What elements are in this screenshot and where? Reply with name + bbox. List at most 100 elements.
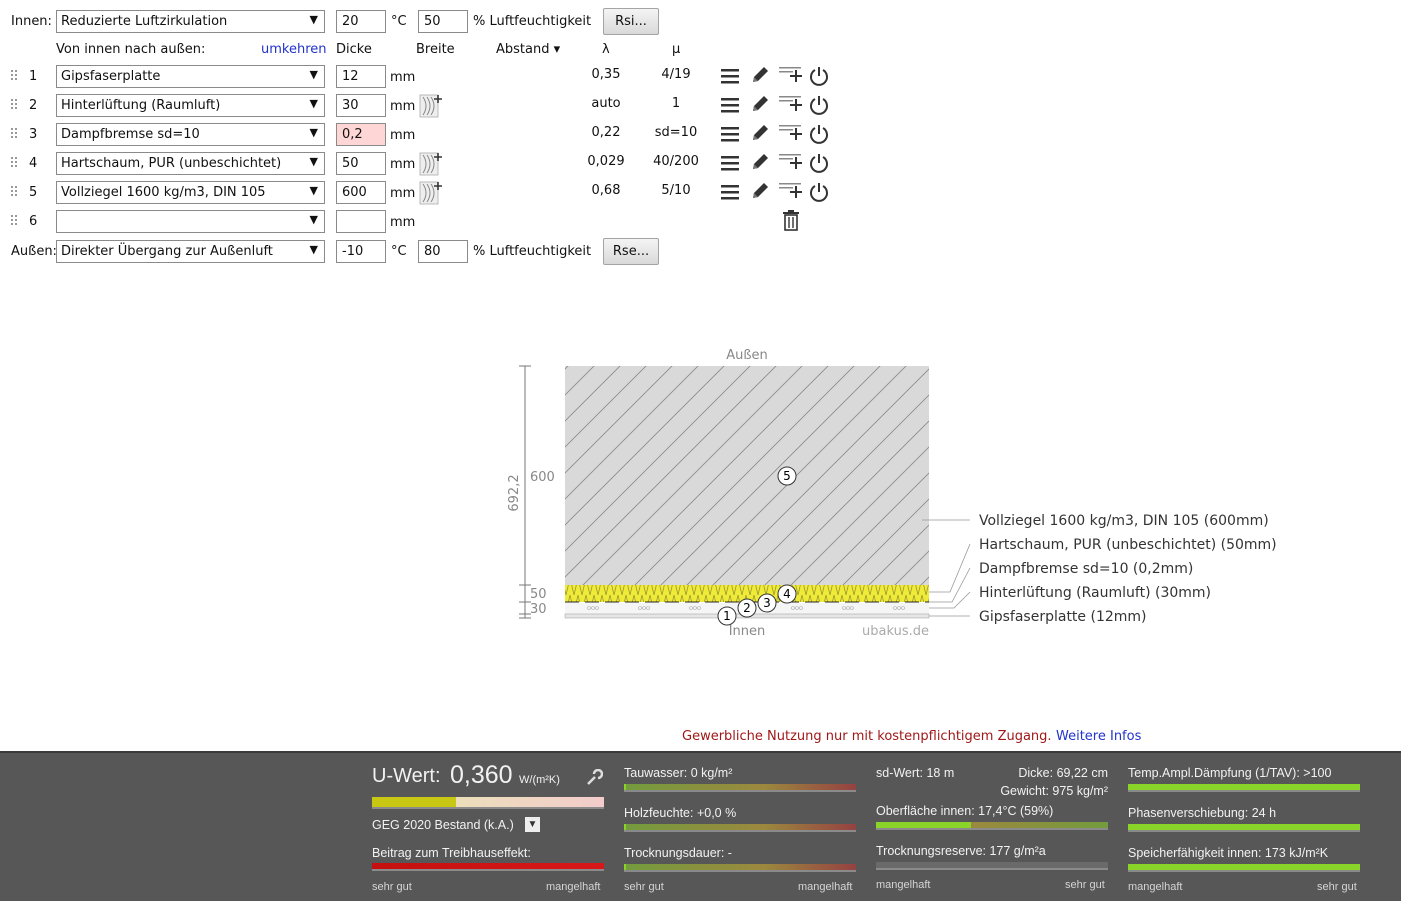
dropdown-arrow-icon: ▼ (309, 126, 318, 139)
innen-temp-unit: °C (391, 14, 407, 29)
trash-icon[interactable] (781, 209, 805, 231)
material-select[interactable]: Hartschaum, PUR (unbeschichtet) ▼ (56, 152, 325, 175)
legend-layer-3: Dampfbremse sd=10 (0,2mm) (979, 561, 1193, 577)
dropdown-arrow-icon: ▼ (309, 184, 318, 197)
thickness-input[interactable]: 30 (336, 94, 386, 117)
thickness-input[interactable]: 12 (336, 65, 386, 88)
menu-icon[interactable] (720, 67, 744, 89)
total-dimension: 692,2 (507, 474, 522, 511)
rsi-button[interactable]: Rsi... (603, 8, 659, 35)
legend-layer-1: Gipsfaserplatte (12mm) (979, 609, 1147, 625)
mu-value: 40/200 (653, 154, 699, 169)
commercial-notice: Gewerbliche Nutzung nur mit kostenpflich… (682, 729, 1052, 744)
holzfeuchte-bar (624, 824, 856, 832)
width-settings-icon[interactable] (419, 152, 443, 176)
watermark: ubakus.de (862, 624, 929, 639)
lambda-header: λ (602, 42, 610, 57)
thickness-unit: mm (390, 99, 416, 114)
material-select[interactable]: Gipsfaserplatte ▼ (56, 65, 325, 88)
drag-handle-icon[interactable] (11, 157, 17, 168)
edit-pencil-icon[interactable] (750, 123, 774, 145)
menu-icon[interactable] (720, 183, 744, 205)
dimension-30: 30 (530, 602, 547, 617)
reverse-link[interactable]: umkehren (261, 42, 327, 57)
treibhaus-bar (372, 863, 604, 871)
rse-button[interactable]: Rse... (603, 238, 659, 265)
power-toggle-icon[interactable] (808, 65, 832, 87)
lambda-value: auto (591, 96, 621, 111)
mu-value: sd=10 (654, 125, 698, 140)
power-toggle-icon[interactable] (808, 123, 832, 145)
drag-handle-icon[interactable] (11, 70, 17, 81)
daempfung-bar (1128, 784, 1360, 792)
power-toggle-icon[interactable] (808, 181, 832, 203)
trocknungsreserve-bar (876, 862, 1108, 870)
material-value: Dampfbremse sd=10 (61, 127, 200, 142)
aussen-temp-unit: °C (391, 244, 407, 259)
marker-3: 3 (757, 593, 777, 613)
layer-number: 3 (29, 127, 38, 142)
edit-pencil-icon[interactable] (750, 181, 774, 203)
power-toggle-icon[interactable] (808, 94, 832, 116)
drag-handle-icon[interactable] (11, 128, 17, 139)
scale-good-3: sehr gut (1065, 879, 1105, 891)
thickness-unit: mm (390, 186, 416, 201)
drag-handle-icon[interactable] (11, 215, 17, 226)
thickness-input[interactable]: 50 (336, 152, 386, 175)
spacing-header[interactable]: Abstand ▾ (496, 42, 560, 57)
aussen-temperature-input[interactable]: -10 (336, 240, 386, 263)
dropdown-arrow-icon: ▼ (309, 68, 318, 81)
marker-4: 4 (777, 584, 797, 604)
add-layer-icon[interactable] (778, 94, 806, 116)
material-select[interactable]: Dampfbremse sd=10 ▼ (56, 123, 325, 146)
thickness-input[interactable]: 0,2 (336, 123, 386, 146)
more-info-link[interactable]: Weitere Infos (1056, 729, 1141, 744)
dropdown-arrow-icon: ▼ (309, 243, 318, 256)
add-layer-icon[interactable] (778, 123, 806, 145)
scale-bad-3: mangelhaft (876, 879, 931, 891)
speicher-bar (1128, 864, 1360, 872)
material-select[interactable]: Vollziegel 1600 kg/m3, DIN 105 ▼ (56, 181, 325, 204)
aussen-climate-select[interactable]: Direkter Übergang zur Außenluft ▼ (56, 240, 325, 263)
geg-dropdown-icon[interactable]: ▼ (525, 817, 540, 832)
power-toggle-icon[interactable] (808, 152, 832, 174)
menu-icon[interactable] (720, 96, 744, 118)
dropdown-arrow-icon: ▼ (309, 213, 318, 226)
uwert-unit: W/(m²K) (519, 774, 560, 786)
edit-pencil-icon[interactable] (750, 94, 774, 116)
edit-pencil-icon[interactable] (750, 65, 774, 87)
aussen-humidity-input[interactable]: 80 (418, 240, 468, 263)
marker-1: 1 (717, 606, 737, 626)
width-settings-icon[interactable] (419, 94, 443, 118)
marker-2: 2 (737, 598, 757, 618)
menu-icon[interactable] (720, 125, 744, 147)
layer-number: 1 (29, 69, 38, 84)
layer-number: 5 (29, 185, 38, 200)
wrench-icon[interactable] (585, 768, 604, 787)
dropdown-arrow-icon: ▼ (309, 155, 318, 168)
edit-pencil-icon[interactable] (750, 152, 774, 174)
width-settings-icon[interactable] (419, 181, 443, 205)
mu-value: 4/19 (661, 67, 691, 82)
innen-humidity-input[interactable]: 50 (418, 10, 468, 33)
scale-bad-1: mangelhaft (546, 881, 601, 893)
trocknungsreserve-label: Trocknungsreserve: 177 g/m²a (876, 844, 1046, 858)
drag-handle-icon[interactable] (11, 99, 17, 110)
thickness-input[interactable] (336, 210, 386, 233)
material-value: Hartschaum, PUR (unbeschichtet) (61, 156, 282, 171)
tauwasser-bar (624, 784, 856, 792)
menu-icon[interactable] (720, 154, 744, 176)
add-layer-icon[interactable] (778, 65, 806, 87)
innen-climate-select[interactable]: Reduzierte Luftzirkulation ▼ (56, 10, 325, 33)
material-select[interactable]: ▼ (56, 210, 325, 233)
add-layer-icon[interactable] (778, 181, 806, 203)
thickness-unit: mm (390, 128, 416, 143)
innen-temperature-input[interactable]: 20 (336, 10, 386, 33)
drag-handle-icon[interactable] (11, 186, 17, 197)
material-select[interactable]: Hinterlüftung (Raumluft) ▼ (56, 94, 325, 117)
add-layer-icon[interactable] (778, 152, 806, 174)
thickness-unit: mm (390, 157, 416, 172)
dimension-50: 50 (530, 587, 547, 602)
material-value: Hinterlüftung (Raumluft) (61, 98, 221, 113)
thickness-input[interactable]: 600 (336, 181, 386, 204)
